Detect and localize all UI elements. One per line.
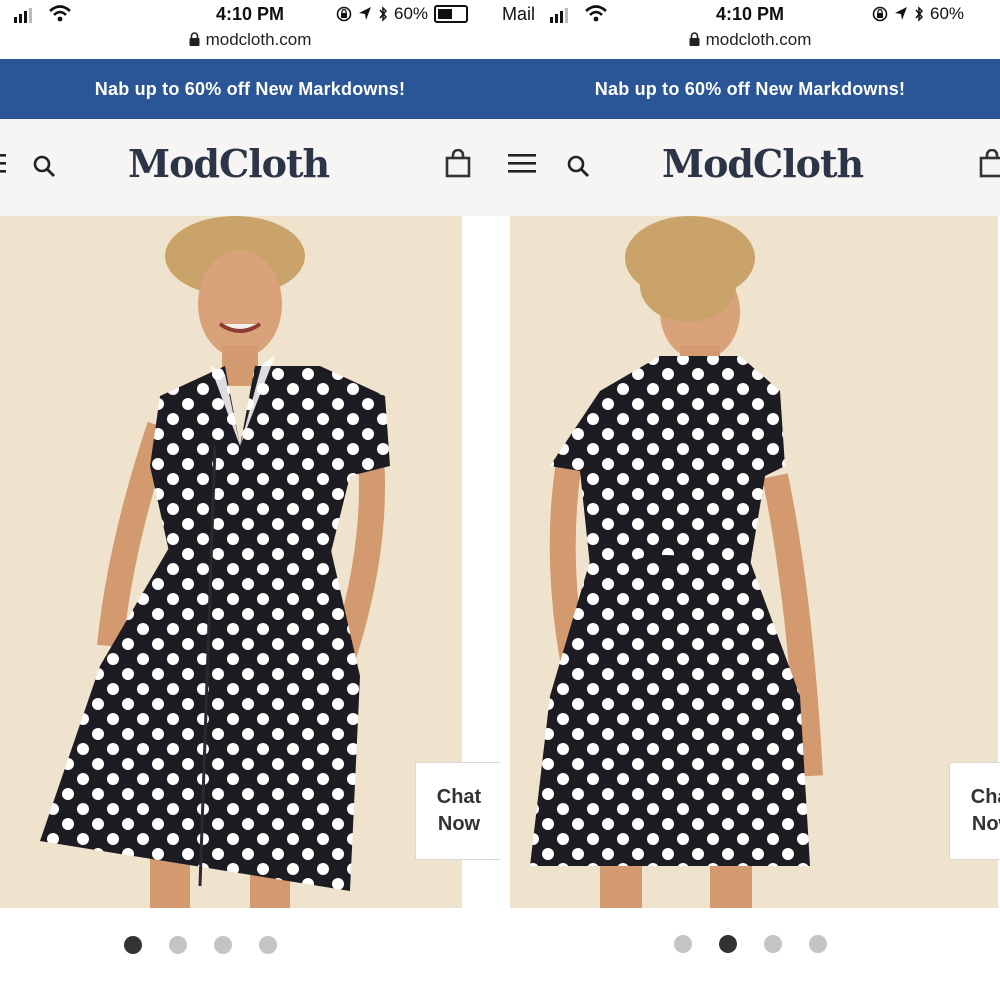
search-icon[interactable] (566, 154, 590, 178)
promo-banner[interactable]: Nab up to 60% off New Markdowns! (500, 59, 1000, 119)
product-screen-back: Mail 4:10 PM 60% modcloth.com Nab up to … (500, 0, 1000, 1000)
search-icon[interactable] (32, 154, 56, 178)
bluetooth-icon (915, 6, 924, 22)
url-text: modcloth.com (705, 30, 812, 49)
carousel-indicators (0, 936, 450, 954)
carousel-dot[interactable] (258, 936, 277, 954)
modcloth-logo[interactable]: ModCloth (128, 141, 330, 186)
bluetooth-icon (379, 6, 388, 22)
carousel-indicators (500, 935, 1000, 953)
chat-label-line1: Chat (436, 786, 482, 808)
location-icon (895, 7, 907, 20)
chat-now-button[interactable]: Chat Now (949, 762, 1000, 860)
chat-label-line2: Now (437, 813, 481, 835)
product-image-front[interactable] (0, 216, 462, 908)
chat-label-line1: Chat (970, 786, 1000, 808)
carousel-dot[interactable] (718, 935, 737, 953)
battery-icon (434, 5, 469, 23)
dress-back-photo (530, 216, 823, 908)
status-bar: Mail 4:10 PM 60% modcloth.com (500, 0, 1000, 60)
carousel-dot[interactable] (673, 935, 692, 953)
location-icon (359, 7, 371, 20)
carousel-dot[interactable] (168, 936, 187, 954)
chat-now-button[interactable]: Chat Now (415, 762, 500, 860)
shopping-bag-icon[interactable] (978, 149, 1000, 179)
carousel-dot[interactable] (763, 935, 782, 953)
battery-percent: 60% (394, 4, 429, 23)
modcloth-logo[interactable]: ModCloth (662, 141, 864, 186)
rotation-lock-icon (336, 6, 352, 22)
lock-icon (189, 32, 200, 46)
carousel-dot[interactable] (808, 935, 827, 953)
product-screen-front: 4:10 PM 60% modcloth.com Nab up to 60% o… (0, 0, 500, 1000)
url-text: modcloth.com (205, 30, 312, 49)
address-bar[interactable]: modcloth.com (500, 30, 1000, 50)
dress-front-photo (40, 216, 390, 908)
site-header: ModCloth (500, 119, 1000, 216)
product-image-back[interactable] (510, 216, 998, 908)
address-bar[interactable]: modcloth.com (0, 30, 500, 50)
site-header: ModCloth (0, 119, 500, 216)
carousel-dot[interactable] (213, 936, 232, 954)
shopping-bag-icon[interactable] (444, 149, 472, 179)
status-bar: 4:10 PM 60% modcloth.com (0, 0, 500, 60)
menu-icon[interactable] (508, 153, 536, 175)
menu-icon[interactable] (0, 153, 6, 175)
carousel-dot[interactable] (123, 936, 142, 954)
rotation-lock-icon (872, 6, 888, 22)
chat-label-line2: Now (971, 813, 1000, 835)
promo-banner[interactable]: Nab up to 60% off New Markdowns! (0, 59, 500, 119)
lock-icon (689, 32, 700, 46)
battery-percent: 60% (930, 4, 965, 23)
